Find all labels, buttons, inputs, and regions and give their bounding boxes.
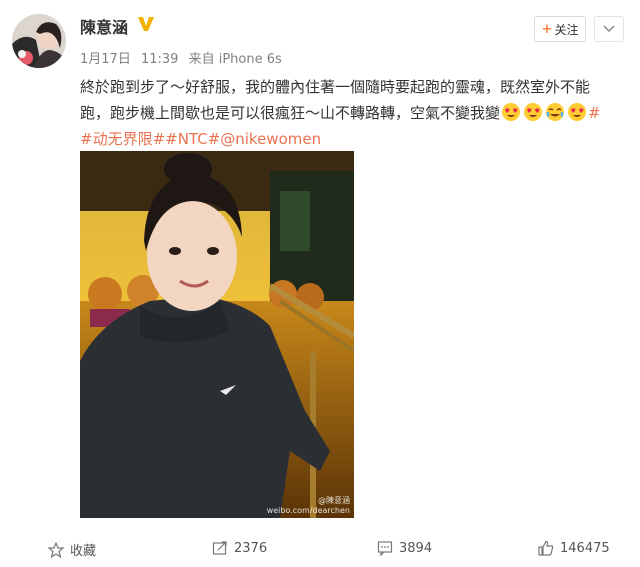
watermark-name: @陳意涵 [318,496,350,505]
post-text-line-2: 跑，跑步機上間歇也是可以很瘋狂～山不轉路轉，空氣不變我變 [80,104,501,122]
username[interactable]: 陳意涵 [80,14,128,38]
repost-icon [212,541,227,555]
photo-watermark: @陳意涵 weibo.com/dearchen [267,496,350,516]
like-count: 146475 [560,540,610,556]
comment-count: 3894 [399,540,433,556]
star-icon [48,541,64,558]
hashtags-and-mention[interactable]: #动无界限##NTC#@nikewomen [80,126,628,152]
post-meta: 1月17日 11:39 来自 iPhone 6s [80,48,288,67]
repost-button[interactable]: 2376 [212,540,267,556]
weibo-post: 陳意涵 1月17日 11:39 来自 iPhone 6s + 关注 終於跑到步了… [0,0,640,567]
heart-eyes-emoji-icon [502,103,521,121]
watermark-url: weibo.com/dearchen [266,506,350,515]
post-source[interactable]: iPhone 6s [219,52,282,67]
selfie-image [80,151,354,518]
plus-icon: + [541,21,553,37]
avatar[interactable] [12,14,66,68]
thumbs-up-icon [538,540,554,556]
more-options-button[interactable] [594,16,624,42]
comment-icon [377,541,393,556]
heart-eyes-emoji-icon [568,103,587,121]
tears-of-joy-emoji-icon [546,103,565,121]
action-bar: 收藏 2376 3894 146475 [0,532,640,567]
follow-label: 关注 [554,22,579,37]
comment-button[interactable]: 3894 [377,540,432,556]
post-text-line-2-wrapper: 跑，跑步機上間歇也是可以很瘋狂～山不轉路轉，空氣不變我變 # [80,100,628,126]
heart-eyes-emoji-icon [524,103,543,121]
favorite-button[interactable]: 收藏 [48,540,96,559]
verified-v-icon [138,17,154,31]
post-photo[interactable]: @陳意涵 weibo.com/dearchen [80,151,354,518]
post-text: 終於跑到步了～好舒服，我的體內住著一個隨時要起跑的靈魂，既然室外不能 跑，跑步機… [80,74,628,152]
like-button[interactable]: 146475 [538,540,610,556]
post-time[interactable]: 11:39 [141,52,178,67]
trailing-hash[interactable]: # [588,104,601,122]
favorite-label: 收藏 [70,544,97,559]
source-prefix: 来自 [188,52,215,67]
post-date[interactable]: 1月17日 [80,52,131,67]
follow-button[interactable]: + 关注 [534,16,586,42]
chevron-down-icon [603,25,615,33]
post-text-line-1: 終於跑到步了～好舒服，我的體內住著一個隨時要起跑的靈魂，既然室外不能 [80,78,591,96]
repost-count: 2376 [234,540,268,556]
